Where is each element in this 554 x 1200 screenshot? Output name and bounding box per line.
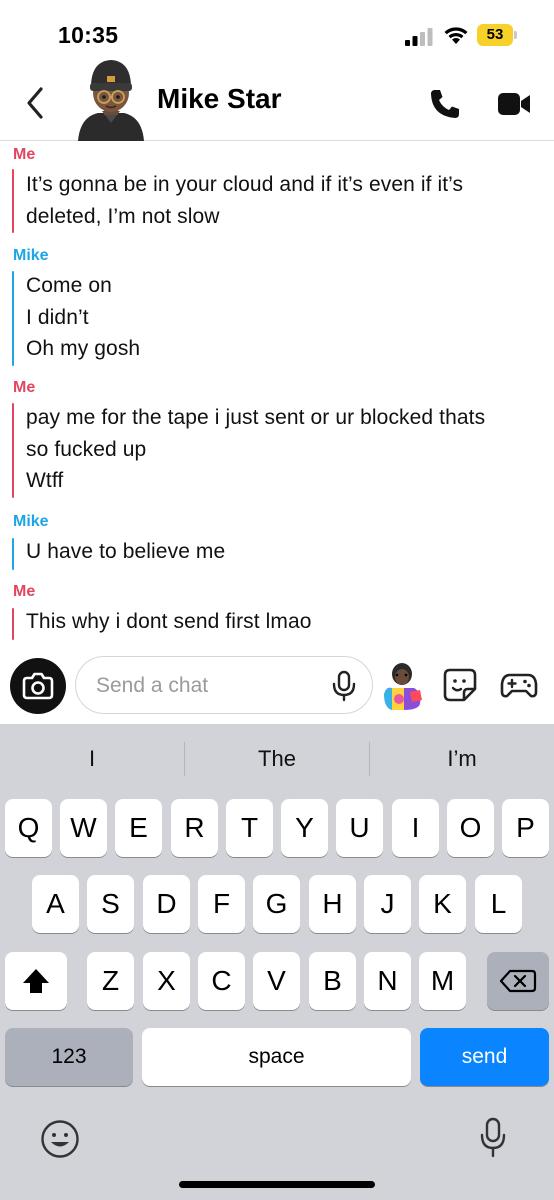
sender-label: Me <box>13 379 36 396</box>
bitmoji-avatar[interactable] <box>76 55 146 141</box>
sender-label: Mike <box>13 247 49 264</box>
key-k[interactable]: K <box>419 875 466 933</box>
key-y[interactable]: Y <box>281 799 328 857</box>
bitmoji-sticker-icon[interactable] <box>380 658 426 714</box>
back-chevron-icon[interactable] <box>20 83 50 123</box>
key-i[interactable]: I <box>392 799 439 857</box>
message-bar <box>12 169 14 233</box>
camera-button[interactable] <box>10 658 66 714</box>
message-text: Wtff <box>26 469 64 492</box>
key-c[interactable]: C <box>198 952 245 1010</box>
battery-level: 53 <box>477 24 513 46</box>
key-u[interactable]: U <box>336 799 383 857</box>
contact-name[interactable]: Mike Star <box>157 83 282 115</box>
predictive-bar: I The I’m <box>0 724 554 794</box>
key-e[interactable]: E <box>115 799 162 857</box>
numbers-key[interactable]: 123 <box>5 1028 133 1086</box>
dictation-mic-icon[interactable] <box>478 1117 508 1159</box>
key-x[interactable]: X <box>143 952 190 1010</box>
delete-key[interactable] <box>487 952 549 1010</box>
keyboard: I The I’m Q W E R T Y U I O P A S D F G … <box>0 724 554 1200</box>
key-m[interactable]: M <box>419 952 466 1010</box>
chat-header: Mike Star <box>0 55 554 141</box>
sticker-icon[interactable] <box>442 667 478 703</box>
key-b[interactable]: B <box>309 952 356 1010</box>
message-text: U have to believe me <box>26 540 226 563</box>
key-o[interactable]: O <box>447 799 494 857</box>
message-bar <box>12 403 14 498</box>
shift-key[interactable] <box>5 952 67 1010</box>
video-call-icon[interactable] <box>497 91 531 117</box>
sender-label: Mike <box>13 513 49 530</box>
chat-composer: Send a chat <box>0 648 554 724</box>
key-p[interactable]: P <box>502 799 549 857</box>
home-indicator[interactable] <box>179 1181 375 1188</box>
emoji-icon[interactable] <box>40 1119 80 1159</box>
send-key[interactable]: send <box>420 1028 549 1086</box>
key-q[interactable]: Q <box>5 799 52 857</box>
key-f[interactable]: F <box>198 875 245 933</box>
status-time: 10:35 <box>58 22 119 48</box>
key-n[interactable]: N <box>364 952 411 1010</box>
message-bar <box>12 538 14 570</box>
shift-arrow-icon <box>23 969 49 993</box>
message-text: pay me for the tape i just sent or ur bl… <box>26 406 486 429</box>
key-v[interactable]: V <box>253 952 300 1010</box>
key-d[interactable]: D <box>143 875 190 933</box>
message-text: deleted, I’m not slow <box>26 205 220 228</box>
space-key[interactable]: space <box>142 1028 411 1086</box>
message-text: Oh my gosh <box>26 337 141 360</box>
suggestion-item[interactable]: The <box>185 746 369 772</box>
chat-input-placeholder: Send a chat <box>96 674 209 697</box>
key-g[interactable]: G <box>253 875 300 933</box>
message-bar <box>12 271 14 366</box>
suggestion-item[interactable]: I’m <box>370 746 554 772</box>
game-controller-icon[interactable] <box>500 668 538 702</box>
battery-tip <box>514 31 517 39</box>
message-bar <box>12 608 14 640</box>
message-text: Come on <box>26 274 112 297</box>
wifi-icon <box>444 27 468 44</box>
key-j[interactable]: J <box>364 875 411 933</box>
key-a[interactable]: A <box>32 875 79 933</box>
key-t[interactable]: T <box>226 799 273 857</box>
message-list: Me It’s gonna be in your cloud and if it… <box>0 142 554 648</box>
key-z[interactable]: Z <box>87 952 134 1010</box>
message-text: It’s gonna be in your cloud and if it’s … <box>26 173 464 196</box>
sender-label: Me <box>13 583 36 600</box>
microphone-icon[interactable] <box>331 670 357 702</box>
camera-icon <box>22 672 54 700</box>
key-r[interactable]: R <box>171 799 218 857</box>
cellular-signal-icon <box>405 28 433 46</box>
backspace-icon <box>499 969 537 993</box>
battery-indicator: 53 <box>477 24 517 46</box>
key-h[interactable]: H <box>309 875 356 933</box>
key-s[interactable]: S <box>87 875 134 933</box>
key-l[interactable]: L <box>475 875 522 933</box>
key-w[interactable]: W <box>60 799 107 857</box>
chat-input[interactable]: Send a chat <box>75 656 373 714</box>
message-text: This why i dont send first lmao <box>26 610 312 633</box>
message-text: so fucked up <box>26 438 147 461</box>
sender-label: Me <box>13 146 36 163</box>
suggestion-item[interactable]: I <box>0 746 184 772</box>
phone-call-icon[interactable] <box>428 87 462 121</box>
message-text: I didn’t <box>26 306 89 329</box>
